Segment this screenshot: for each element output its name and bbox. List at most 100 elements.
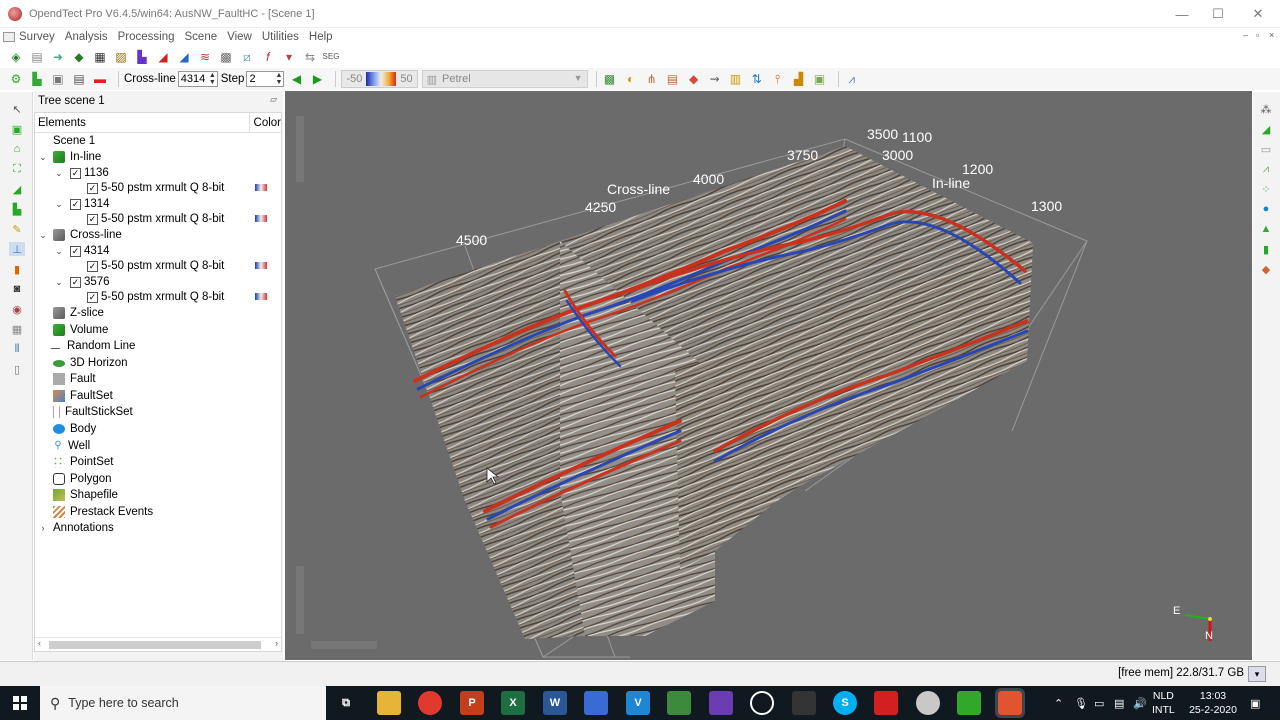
scroll-right-icon[interactable]: › xyxy=(275,638,278,648)
directional-lighting-icon[interactable]: ⩘ xyxy=(844,71,860,87)
mesh-icon[interactable]: ⩘ xyxy=(1258,162,1274,176)
tree-item-polygon[interactable]: Polygon xyxy=(53,471,112,487)
home-icon[interactable]: ⌂ xyxy=(9,142,25,156)
tree-horizontal-scrollbar[interactable]: ‹ › xyxy=(35,637,281,651)
chevron-down-icon[interactable]: ⌄ xyxy=(37,230,49,241)
chevron-down-icon[interactable]: ⌄ xyxy=(53,199,65,210)
chevron-right-icon[interactable]: › xyxy=(37,523,49,533)
attribute-checkbox[interactable]: ✓ xyxy=(87,260,98,272)
tree-item-attribute[interactable]: ✓ 5-50 pstm xrmult Q 8-bit xyxy=(87,289,277,305)
color-swatch[interactable] xyxy=(255,215,267,222)
tree-item-prestack-events[interactable]: Prestack Events xyxy=(53,504,153,520)
tree-item-faultset[interactable]: FaultSet xyxy=(53,388,113,404)
outlook-icon[interactable] xyxy=(584,691,608,715)
polygon-select-icon[interactable]: ⫴ xyxy=(9,342,25,356)
scroll-left-icon[interactable]: ‹ xyxy=(38,638,41,648)
tree-item-volume[interactable]: Volume xyxy=(53,322,108,338)
tree-item-attribute[interactable]: ✓ 5-50 pstm xrmult Q 8-bit xyxy=(87,211,277,227)
color-swatch[interactable] xyxy=(255,184,267,191)
menu-scene[interactable]: Scene xyxy=(185,31,218,43)
language-indicator[interactable]: NLD INTL xyxy=(1152,689,1175,717)
notepad-icon[interactable] xyxy=(667,691,691,715)
step-spinbox[interactable]: 2 ▲ ▼ xyxy=(246,71,285,87)
remove-icon[interactable]: ▬ xyxy=(92,71,108,87)
mdi-window-icon[interactable] xyxy=(3,32,15,42)
color-max[interactable]: 50 xyxy=(400,73,412,85)
color-swatch[interactable] xyxy=(255,293,267,300)
close-button[interactable]: ✕ xyxy=(1238,0,1278,28)
tree-item-crossline-4314[interactable]: ⌄ ✓ 4314 xyxy=(53,243,109,259)
spin-arrows-icon[interactable]: ▲ ▼ xyxy=(209,72,216,86)
column-color[interactable]: Color xyxy=(250,117,281,129)
well-log-icon[interactable]: ▮ xyxy=(1258,242,1274,256)
zoom-icon[interactable]: ⋔ xyxy=(644,71,660,87)
color-icon[interactable]: ▮ xyxy=(9,262,25,276)
stereo-icon[interactable]: ◉ xyxy=(9,302,25,316)
crossline-spinbox[interactable]: 4314 ▲ ▼ xyxy=(177,71,218,87)
rotate-icon[interactable]: ◆ xyxy=(686,71,702,87)
save-icon[interactable]: ▣ xyxy=(50,71,66,87)
tree-item-shapefile[interactable]: Shapefile xyxy=(53,487,118,503)
tree-item-faultstickset[interactable]: FaultStickSet xyxy=(53,404,133,420)
tree-item-well[interactable]: ⚲ Well xyxy=(53,438,90,454)
volume-icon[interactable]: 🔊 xyxy=(1133,686,1147,720)
start-button[interactable] xyxy=(0,686,40,720)
segy-icon[interactable]: SEG xyxy=(323,49,340,65)
mdi-minimize-icon[interactable]: – xyxy=(1243,30,1248,40)
tree-item-attribute[interactable]: ✓ 5-50 pstm xrmult Q 8-bit xyxy=(87,180,277,196)
lock-view-icon[interactable]: ▣ xyxy=(812,71,828,87)
visual-studio-icon[interactable] xyxy=(709,691,733,715)
battery-icon[interactable]: ▭ xyxy=(1094,686,1104,720)
chevron-down-icon[interactable]: ▼ xyxy=(574,73,583,83)
tree-item-3d-horizon[interactable]: 3D Horizon xyxy=(53,355,128,371)
sesimic-display-icon[interactable]: ▙ xyxy=(134,49,150,65)
arrow-tool-icon[interactable]: ▲ xyxy=(1258,222,1274,236)
well-tie-icon[interactable]: ◢ xyxy=(176,49,192,65)
tree-item-fault[interactable]: Fault xyxy=(53,371,96,387)
network-icon[interactable]: ▤ xyxy=(1114,686,1124,720)
pick-icon[interactable]: ▤ xyxy=(665,71,681,87)
scene-3d-viewport[interactable]: Cross-line In-line 4500 4250 4000 3750 3… xyxy=(285,91,1252,660)
horizon-icon[interactable]: ◐ xyxy=(623,71,639,87)
horizon-tool-icon[interactable]: ◢ xyxy=(155,49,171,65)
attribute-checkbox[interactable]: ✓ xyxy=(87,182,98,194)
spin-arrows-icon[interactable]: ▲ ▼ xyxy=(276,72,283,86)
undock-icon[interactable]: ▱ xyxy=(270,94,277,105)
next-slice-icon[interactable]: ▶ xyxy=(309,71,325,87)
microphone-icon[interactable]: 🎙 xyxy=(1074,686,1088,720)
horizon-track-icon[interactable]: ◢ xyxy=(1258,122,1274,136)
survey-manage-icon[interactable]: ▤ xyxy=(29,49,45,65)
clear-icon[interactable]: ▯ xyxy=(9,362,25,376)
view-all-icon[interactable]: ⛶ xyxy=(9,162,25,176)
pointer-icon[interactable]: ↖ xyxy=(9,102,25,116)
chevron-down-icon[interactable]: ⌄ xyxy=(53,277,65,288)
tree-item-scene[interactable]: Scene 1 xyxy=(53,133,95,149)
chevron-down-icon[interactable]: ⌄ xyxy=(53,246,65,257)
tree-item-pointset[interactable]: PointSet xyxy=(53,454,113,470)
scatter-icon[interactable]: ⁘ xyxy=(1258,182,1274,196)
bar-chart-icon[interactable]: ▙ xyxy=(29,71,45,87)
acrobat-icon[interactable] xyxy=(874,691,898,715)
taskbar-search-box[interactable]: ⚲ Type here to search xyxy=(40,686,326,720)
tree-item-inline-1314[interactable]: ⌄ ✓ 1314 xyxy=(53,196,109,212)
fault-tool-icon[interactable]: ⧄ xyxy=(239,49,255,65)
column-elements[interactable]: Elements xyxy=(35,112,250,133)
menu-utilities[interactable]: Utilities xyxy=(262,31,299,43)
inline-1136-checkbox[interactable]: ✓ xyxy=(70,167,81,179)
status-bar-menu-icon[interactable]: ▾ xyxy=(1248,666,1266,682)
pdf-editor-icon[interactable]: ▩ xyxy=(218,49,234,65)
tree-item-inline-1136[interactable]: ⌄ ✓ 1136 xyxy=(53,165,109,181)
minimize-button[interactable]: — xyxy=(1162,0,1202,28)
color-min[interactable]: -50 xyxy=(346,73,362,85)
opendtect-icon[interactable] xyxy=(957,691,981,715)
lock-icon[interactable]: ▤ xyxy=(71,71,87,87)
attribute-set-icon[interactable]: ◆ xyxy=(71,49,87,65)
fault-track-icon[interactable]: ▭ xyxy=(1258,142,1274,156)
menu-survey[interactable]: Survey xyxy=(19,31,55,43)
menu-processing[interactable]: Processing xyxy=(118,31,175,43)
volume-builder-icon[interactable]: ▦ xyxy=(92,49,108,65)
tree-item-attribute[interactable]: ✓ 5-50 pstm xrmult Q 8-bit xyxy=(87,258,277,274)
notifications-icon[interactable]: ▣ xyxy=(1250,686,1260,720)
attribute-checkbox[interactable]: ✓ xyxy=(87,291,98,303)
color-swatch[interactable] xyxy=(255,262,267,269)
